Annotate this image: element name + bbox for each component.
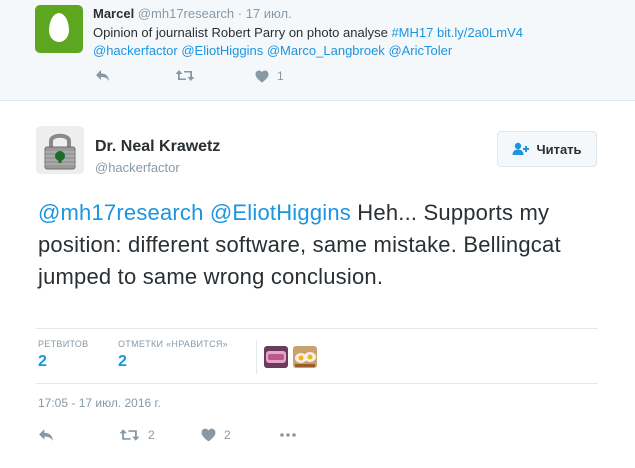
retweet-icon	[119, 429, 140, 441]
avatar[interactable]	[36, 126, 84, 174]
hashtag-link[interactable]: #MH17	[391, 25, 433, 40]
padlock-icon	[36, 126, 84, 174]
likes-stat[interactable]: ОТМЕТКИ «НРАВИТСЯ» 2	[118, 339, 228, 371]
retweets-label: РЕТВИТОВ	[38, 339, 89, 349]
divider	[36, 383, 598, 384]
liker-avatar-image	[293, 346, 317, 368]
liker-avatar-image	[264, 346, 288, 368]
author-handle[interactable]: @mh17research	[138, 6, 234, 21]
like-button[interactable]: 1	[255, 69, 284, 83]
reply-icon	[96, 70, 109, 81]
reply-button[interactable]	[38, 428, 54, 442]
like-count: 1	[277, 69, 284, 83]
tweet-date[interactable]: 17 июл.	[246, 6, 292, 21]
liker-avatar[interactable]	[293, 346, 317, 368]
egg-icon	[49, 13, 69, 42]
likes-label: ОТМЕТКИ «НРАВИТСЯ»	[118, 339, 228, 349]
author-name[interactable]: Marcel	[93, 6, 134, 21]
mention-link[interactable]: @mh17research	[38, 200, 204, 225]
like-count: 2	[224, 428, 231, 442]
heart-icon	[201, 428, 216, 442]
stats-separator	[256, 340, 257, 374]
tweet-text: Opinion of journalist Robert Parry on ph…	[93, 24, 613, 60]
add-user-icon	[512, 142, 530, 155]
likes-count: 2	[118, 353, 127, 370]
tweet-actions: 2 2	[38, 428, 338, 448]
follow-button-label: Читать	[536, 141, 582, 157]
retweet-button[interactable]: 2	[119, 428, 155, 442]
heart-icon	[255, 70, 269, 82]
parent-tweet-header: Marcel @mh17research · 17 июл.	[93, 6, 292, 21]
mention-link[interactable]: @Marco_Langbroek	[267, 43, 385, 58]
divider	[36, 328, 598, 329]
reply-button[interactable]	[95, 69, 110, 82]
mention-link[interactable]: @AricToler	[388, 43, 452, 58]
mention-link[interactable]: @EliotHiggins	[210, 200, 351, 225]
retweets-count: 2	[38, 353, 47, 370]
liker-avatar[interactable]	[264, 346, 288, 368]
more-icon	[280, 433, 296, 437]
retweets-stat[interactable]: РЕТВИТОВ 2	[38, 339, 88, 371]
retweet-count: 2	[148, 428, 155, 442]
retweet-icon	[175, 70, 195, 81]
retweet-button[interactable]	[175, 69, 195, 82]
tweet-timestamp[interactable]: 17:05 - 17 июл. 2016 г.	[38, 396, 161, 410]
mention-link[interactable]: @hackerfactor	[93, 43, 178, 58]
reply-icon	[39, 429, 53, 441]
mention-link[interactable]: @EliotHiggins	[181, 43, 263, 58]
avatar[interactable]	[35, 5, 83, 53]
parent-tweet[interactable]: Marcel @mh17research · 17 июл. Opinion o…	[0, 0, 635, 101]
follow-button[interactable]: Читать	[497, 131, 597, 167]
tweet-text-plain: Opinion of journalist Robert Parry on ph…	[93, 25, 392, 40]
like-button[interactable]: 2	[201, 428, 231, 442]
more-button[interactable]	[280, 433, 296, 437]
url-link[interactable]: bit.ly/2a0LmV4	[437, 25, 523, 40]
tweet-text: @mh17research @EliotHiggins Heh... Suppo…	[38, 197, 608, 293]
author-handle[interactable]: @hackerfactor	[95, 160, 180, 175]
author-name[interactable]: Dr. Neal Krawetz	[95, 138, 220, 156]
parent-tweet-actions: 1	[95, 69, 395, 89]
